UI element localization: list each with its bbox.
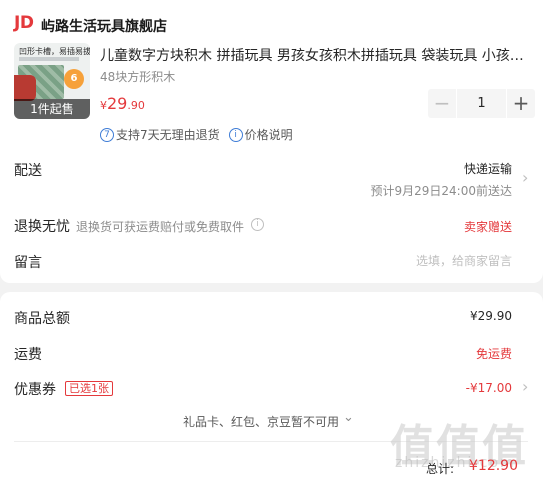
product-title[interactable]: 儿童数字方块积木 拼插玩具 男孩女孩积木拼插玩具 袋装玩具 小孩… xyxy=(100,45,525,65)
return-policy-text[interactable]: 支持7天无理由退货 xyxy=(116,126,220,143)
price-decimal: .90 xyxy=(127,99,145,112)
coupon-discount-value[interactable]: -¥17.00 xyxy=(466,381,512,395)
returns-info-icon[interactable]: i xyxy=(251,218,264,231)
service-info: 7 支持7天无理由退货 i 价格说明 xyxy=(100,126,293,143)
chevron-down-icon[interactable]: ⌄ xyxy=(343,410,354,425)
increase-quantity-button[interactable]: + xyxy=(507,89,535,118)
freight-value: 免运费 xyxy=(475,347,512,361)
returns-label: 退换无忧 xyxy=(14,219,70,235)
min-quantity-label: 1件起售 xyxy=(14,99,90,119)
freight-label: 运费 xyxy=(14,347,42,363)
returns-value: 卖家赠送 xyxy=(463,220,512,234)
quantity-stepper: − 1 + xyxy=(428,89,535,118)
returns-description: 退换货可获运费赔付或免费取件 xyxy=(76,220,245,234)
unavailable-payments-text[interactable]: 礼品卡、红包、京豆暂不可用 xyxy=(183,413,339,430)
coupon-chevron-icon[interactable]: › xyxy=(522,377,528,396)
thumbnail-subcaption-bar xyxy=(19,57,79,61)
note-label: 留言 xyxy=(14,255,42,271)
shipping-label: 配送 xyxy=(14,163,42,179)
coupon-label: 优惠券 xyxy=(14,382,56,398)
store-name[interactable]: 屿路生活玩具旗舰店 xyxy=(41,16,167,36)
jd-logo: JD xyxy=(14,13,34,33)
quantity-input[interactable]: 1 xyxy=(456,89,507,118)
product-spec[interactable]: 48块方形积木 xyxy=(100,68,175,85)
subtotal-value: ¥29.90 xyxy=(470,309,512,323)
red-block-image xyxy=(14,75,36,101)
number-badge: 6 xyxy=(64,69,84,89)
info-icon: i xyxy=(228,127,243,142)
subtotal-label: 商品总额 xyxy=(14,311,70,327)
coupon-selected-badge[interactable]: 已选1张 xyxy=(65,381,113,396)
note-input[interactable]: 选填，给商家留言 xyxy=(416,252,512,269)
product-thumbnail[interactable]: 凹形卡槽，易插易拔 6 1件起售 xyxy=(14,43,90,119)
product-price: ¥29.90 xyxy=(100,94,145,113)
price-info-link[interactable]: 价格说明 xyxy=(245,126,293,143)
total-value: ¥12.90 xyxy=(469,458,518,474)
thumbnail-caption: 凹形卡槽，易插易拔 xyxy=(19,47,90,56)
total-label: 总计: xyxy=(426,462,455,476)
decrease-quantity-button[interactable]: − xyxy=(428,89,456,118)
delivery-eta[interactable]: 预计9月29日24:00前送达 xyxy=(371,182,513,199)
seven-day-return-icon: 7 xyxy=(100,127,114,142)
price-integer: 29 xyxy=(107,94,128,113)
shipping-chevron-icon[interactable]: › xyxy=(522,168,528,187)
price-symbol: ¥ xyxy=(100,99,107,112)
shipping-method[interactable]: 快递运输 xyxy=(464,160,512,177)
